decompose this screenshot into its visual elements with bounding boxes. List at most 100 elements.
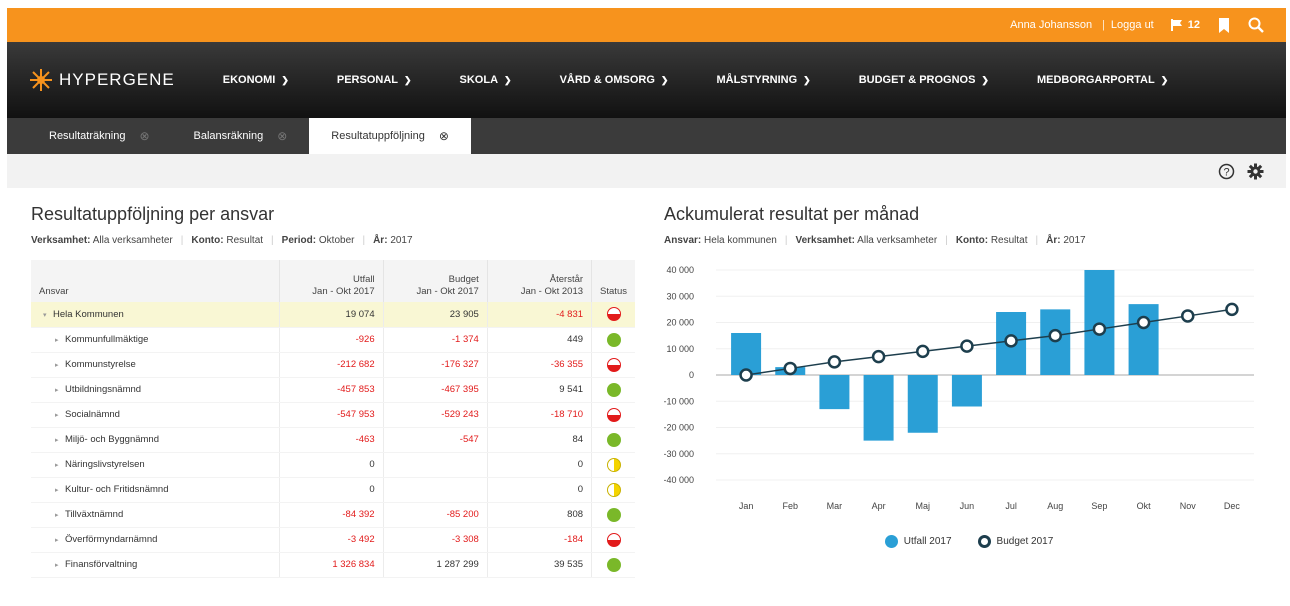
nav-budget-prognos[interactable]: BUDGET & PROGNOS ❯ — [859, 74, 989, 86]
tab-bar: Resultaträkning ⊗ Balansräkning ⊗ Result… — [7, 118, 1286, 154]
table-row[interactable]: ▸ Miljö- och Byggnämnd -463 -547 84 — [31, 427, 635, 453]
row-label: Kultur- och Fritidsnämnd — [65, 484, 169, 495]
nav-medborgarportal[interactable]: MEDBORGARPORTAL ❯ — [1037, 74, 1168, 86]
budget-point-maj[interactable] — [916, 344, 930, 359]
tab-resultatrakning[interactable]: Resultaträkning ⊗ — [27, 118, 172, 154]
cell-ansvar[interactable]: ▾ Hela Kommunen — [31, 302, 280, 328]
bar-okt[interactable] — [1128, 304, 1159, 375]
budget-point-dec[interactable] — [1225, 302, 1239, 317]
budget-point-nov[interactable] — [1181, 309, 1195, 323]
user-name-link[interactable]: Anna Johansson — [1010, 19, 1092, 31]
filter-ansvar[interactable]: Ansvar: Hela kommunen — [664, 235, 777, 246]
close-tab-icon[interactable]: ⊗ — [139, 129, 149, 143]
caret-right-icon[interactable]: ▸ — [55, 361, 65, 369]
col-sublabel: Jan - Okt 2017 — [416, 286, 479, 297]
table-row[interactable]: ▾ Hela Kommunen 19 074 23 905 -4 831 — [31, 302, 635, 328]
table-row[interactable]: ▸ Kommunfullmäktige -926 -1 374 449 — [31, 327, 635, 353]
brand-logo[interactable]: HYPERGENE — [29, 68, 175, 92]
bar-maj[interactable] — [907, 375, 938, 433]
table-row[interactable]: ▸ Kommunstyrelse -212 682 -176 327 -36 355 — [31, 352, 635, 378]
caret-right-icon[interactable]: ▸ — [55, 511, 65, 519]
cell-ansvar[interactable]: ▸ Överförmyndarnämnd — [31, 527, 280, 553]
cell-ansvar[interactable]: ▸ Kultur- och Fritidsnämnd — [31, 477, 280, 503]
table-row[interactable]: ▸ Socialnämnd -547 953 -529 243 -18 710 — [31, 402, 635, 428]
bar-jun[interactable] — [951, 375, 982, 407]
table-row[interactable]: ▸ Kultur- och Fritidsnämnd 0 0 — [31, 477, 635, 503]
cell-status — [591, 352, 635, 378]
caret-right-icon[interactable]: ▸ — [55, 486, 65, 494]
filter-konto[interactable]: Konto: Resultat — [956, 235, 1028, 246]
chevron-down-icon: ❯ — [1160, 74, 1169, 85]
filter-verksamhet[interactable]: Verksamhet: Alla verksamheter — [31, 235, 173, 246]
cell-status — [591, 477, 635, 503]
col-ansvar[interactable]: Ansvar — [31, 260, 280, 302]
tab-balansrakning[interactable]: Balansräkning ⊗ — [172, 118, 310, 154]
table-row[interactable]: ▸ Utbildningsnämnd -457 853 -467 395 9 541 — [31, 377, 635, 403]
table-row[interactable]: ▸ Tillväxtnämnd -84 392 -85 200 808 — [31, 502, 635, 528]
legend-item-utfall[interactable]: Utfall 2017 — [884, 535, 952, 548]
col-aterstar[interactable]: Återstår Jan - Okt 2013 — [486, 260, 592, 302]
search-button[interactable] — [1248, 17, 1264, 33]
bookmark-button[interactable] — [1218, 17, 1230, 33]
budget-point-okt[interactable] — [1136, 315, 1151, 330]
table-row[interactable]: ▸ Näringslivstyrelsen 0 0 — [31, 452, 635, 478]
caret-right-icon[interactable]: ▸ — [55, 411, 65, 419]
cell-ansvar[interactable]: ▸ Tillväxtnämnd — [31, 502, 280, 528]
cell-ansvar[interactable]: ▸ Kommunfullmäktige — [31, 327, 280, 353]
bar-mar[interactable] — [819, 375, 850, 410]
budget-point-apr[interactable] — [871, 349, 886, 364]
budget-point-jun[interactable] — [960, 339, 974, 353]
cell-ansvar[interactable]: ▸ Finansförvaltning — [31, 552, 280, 578]
cell-ansvar[interactable]: ▸ Socialnämnd — [31, 402, 280, 428]
budget-point-mar[interactable] — [827, 355, 842, 369]
budget-point-jan[interactable] — [739, 368, 753, 382]
cell-ansvar[interactable]: ▸ Näringslivstyrelsen — [31, 452, 280, 478]
filter-ar[interactable]: År: 2017 — [1046, 235, 1085, 246]
filter-period[interactable]: Period: Oktober — [282, 235, 355, 246]
nav-vard-omsorg[interactable]: VÅRD & OMSORG ❯ — [560, 74, 669, 86]
nav-personal[interactable]: PERSONAL ❯ — [337, 74, 412, 86]
budget-point-sep[interactable] — [1092, 322, 1107, 336]
chevron-down-icon: ❯ — [281, 74, 289, 85]
nav-malstyrning[interactable]: MÅLSTYRNING ❯ — [716, 74, 810, 86]
caret-right-icon[interactable]: ▸ — [55, 561, 65, 569]
filter-konto[interactable]: Konto: Resultat — [191, 235, 263, 246]
close-tab-icon[interactable]: ⊗ — [439, 129, 449, 143]
table-row[interactable]: ▸ Finansförvaltning 1 326 834 1 287 299 39 5… — [31, 552, 635, 578]
tab-resultatuppfoljning[interactable]: Resultatuppföljning ⊗ — [309, 118, 471, 154]
help-icon[interactable]: ? — [1218, 163, 1235, 180]
caret-right-icon[interactable]: ▸ — [55, 461, 65, 469]
caret-right-icon[interactable]: ▸ — [55, 336, 65, 344]
cell-ansvar[interactable]: ▸ Kommunstyrelse — [31, 352, 280, 378]
y-tick-label: -30 000 — [664, 449, 694, 459]
cell-aterstar: -18 710 — [486, 402, 592, 428]
cell-ansvar[interactable]: ▸ Miljö- och Byggnämnd — [31, 427, 280, 453]
filter-verksamhet[interactable]: Verksamhet: Alla verksamheter — [795, 235, 937, 246]
caret-right-icon[interactable]: ▸ — [55, 386, 65, 394]
cell-utfall: 0 — [278, 477, 384, 503]
cell-ansvar[interactable]: ▸ Utbildningsnämnd — [31, 377, 280, 403]
legend-item-budget[interactable]: Budget 2017 — [977, 535, 1053, 548]
tab-label: Resultaträkning — [49, 130, 126, 142]
caret-down-icon[interactable]: ▾ — [43, 311, 53, 319]
budget-point-jul[interactable] — [1004, 334, 1018, 348]
filter-value: Alla verksamheter — [857, 235, 938, 246]
col-status[interactable]: Status — [591, 260, 635, 302]
nav-ekonomi[interactable]: EKONOMI ❯ — [223, 74, 289, 86]
flag-button[interactable]: 12 — [1170, 18, 1200, 32]
table-row[interactable]: ▸ Överförmyndarnämnd -3 492 -3 308 -184 — [31, 527, 635, 553]
nav-skola[interactable]: SKOLA ❯ — [460, 74, 512, 86]
logout-link[interactable]: Logga ut — [1111, 19, 1154, 31]
filter-ar[interactable]: År: 2017 — [373, 235, 412, 246]
caret-right-icon[interactable]: ▸ — [55, 536, 65, 544]
col-utfall[interactable]: Utfall Jan - Okt 2017 — [278, 260, 384, 302]
caret-right-icon[interactable]: ▸ — [55, 436, 65, 444]
cell-utfall: 19 074 — [278, 302, 384, 328]
gear-icon[interactable] — [1247, 163, 1264, 180]
col-budget[interactable]: Budget Jan - Okt 2017 — [382, 260, 488, 302]
budget-point-aug[interactable] — [1048, 328, 1062, 343]
budget-point-feb[interactable] — [783, 361, 797, 376]
close-tab-icon[interactable]: ⊗ — [277, 129, 287, 143]
bar-apr[interactable] — [863, 375, 894, 441]
result-table: Ansvar Utfall Jan - Okt 2017 Budget Jan - … — [31, 260, 635, 578]
